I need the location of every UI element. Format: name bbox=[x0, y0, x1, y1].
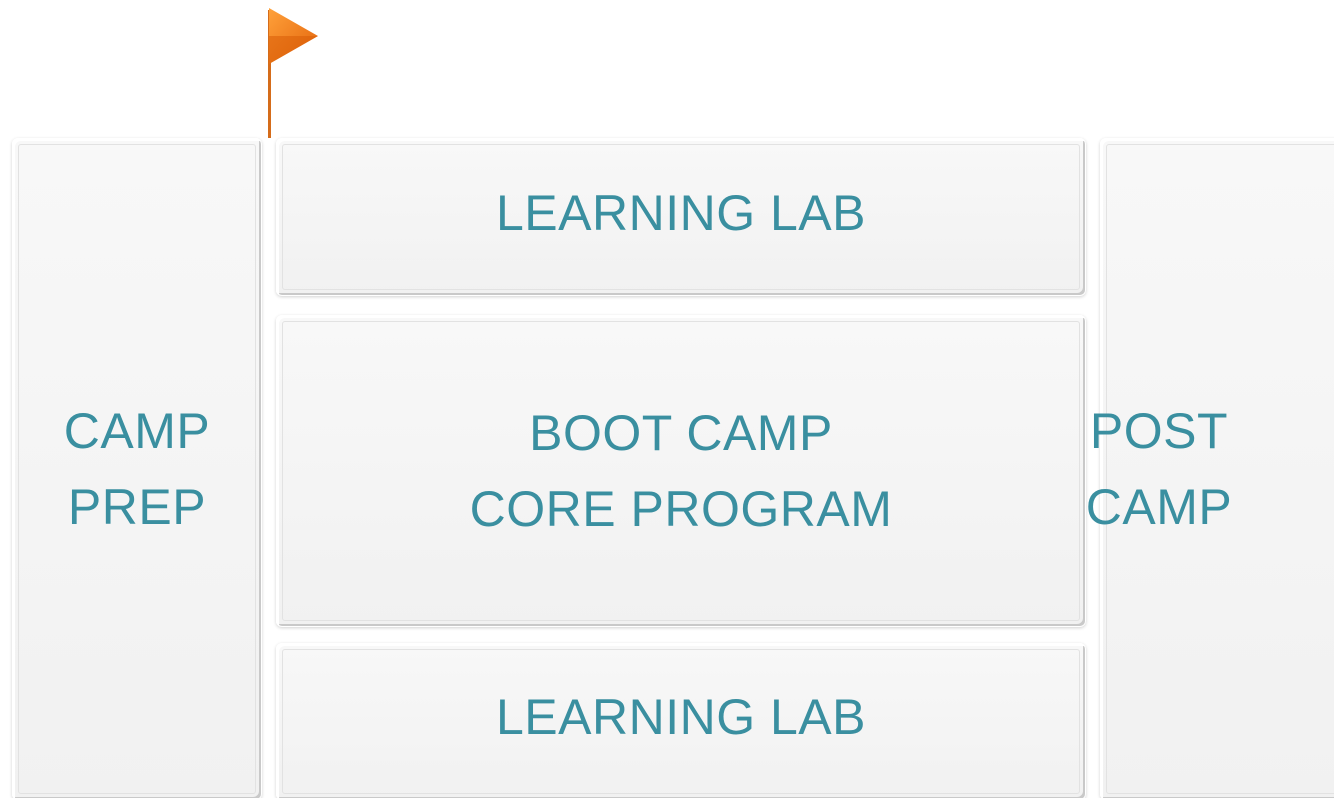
post-camp-line-2: CAMP bbox=[1085, 479, 1233, 535]
flag-icon bbox=[268, 8, 318, 138]
core-program-label: BOOT CAMP CORE PROGRAM bbox=[470, 395, 893, 547]
learning-lab-bottom-block: LEARNING LAB bbox=[276, 643, 1086, 798]
camp-prep-label: CAMP PREP bbox=[64, 393, 210, 545]
learning-lab-top-label: LEARNING LAB bbox=[496, 175, 866, 251]
post-camp-label: POST CAMP bbox=[1086, 393, 1232, 545]
core-program-line-1: BOOT CAMP bbox=[529, 405, 833, 461]
learning-lab-bottom-label: LEARNING LAB bbox=[496, 679, 866, 755]
camp-prep-block: CAMP PREP bbox=[12, 138, 262, 798]
camp-prep-line-2: PREP bbox=[67, 479, 207, 535]
learning-lab-top-text: LEARNING LAB bbox=[495, 185, 866, 241]
core-program-line-2: CORE PROGRAM bbox=[469, 481, 893, 537]
core-program-block: BOOT CAMP CORE PROGRAM bbox=[276, 315, 1086, 627]
camp-prep-line-1: CAMP bbox=[63, 403, 211, 459]
learning-lab-top-block: LEARNING LAB bbox=[276, 138, 1086, 296]
post-camp-line-1: POST bbox=[1089, 403, 1229, 459]
learning-lab-bottom-text: LEARNING LAB bbox=[495, 688, 866, 745]
program-diagram: CAMP PREP LEARNING LAB BOOT CAMP CORE PR… bbox=[0, 0, 1334, 798]
post-camp-block: POST CAMP bbox=[1086, 138, 1334, 798]
